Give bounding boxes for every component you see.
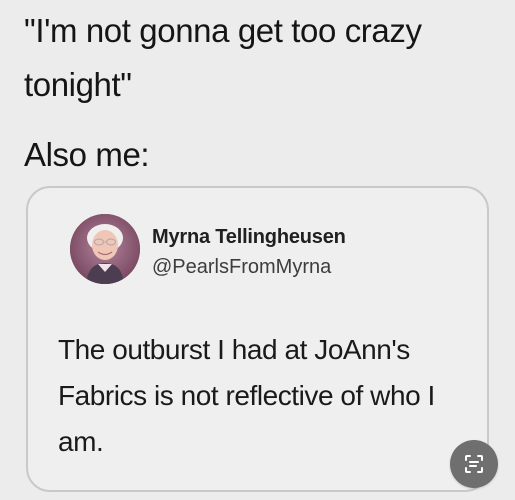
- top-caption: "I'm not gonna get too crazy tonight": [24, 12, 422, 103]
- text-scan-icon: [462, 452, 486, 476]
- user-display-name: Myrna Tellingheusen: [152, 226, 346, 248]
- also-me-caption: Also me:: [24, 136, 150, 173]
- text-scan-button[interactable]: [450, 440, 498, 488]
- tweet-text: The outburst I had at JoAnn's Fabrics is…: [58, 334, 435, 457]
- tweet-card: Myrna Tellingheusen @PearlsFromMyrna The…: [26, 186, 489, 492]
- avatar: [70, 214, 140, 284]
- user-handle: @PearlsFromMyrna: [152, 256, 332, 278]
